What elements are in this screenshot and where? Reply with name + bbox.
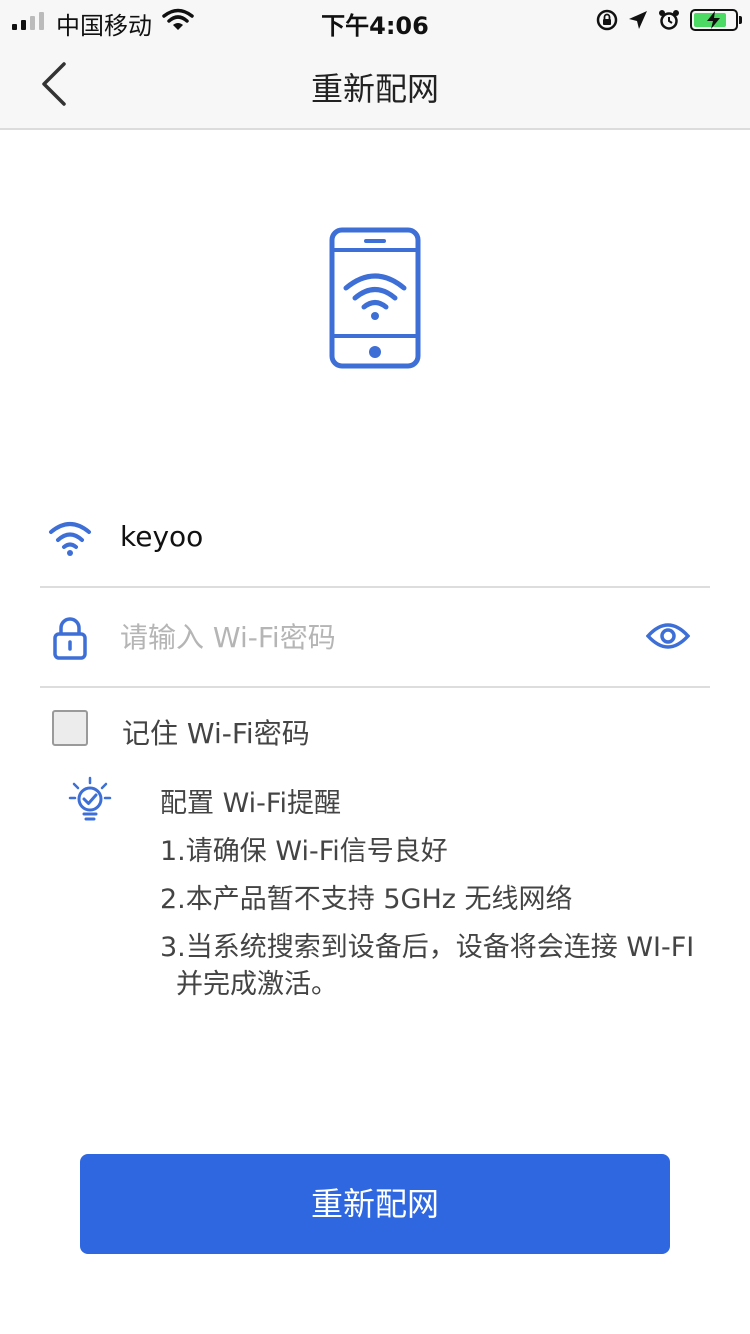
page-title: 重新配网 (310, 70, 439, 108)
alarm-clock-icon (659, 10, 679, 30)
remember-password-checkbox[interactable] (52, 710, 88, 746)
battery-icon (690, 9, 742, 31)
phone-wifi-icon (329, 227, 421, 369)
tip-item: 2.本产品暂不支持 5GHz 无线网络 (160, 884, 573, 915)
wifi-ssid: keyoo (120, 520, 204, 553)
remember-password-label: 记住 Wi-Fi密码 (122, 717, 310, 750)
wifi-password-input[interactable] (120, 616, 620, 658)
orientation-lock-icon (596, 9, 618, 31)
navigation-bar: 重新配网 (0, 40, 750, 130)
status-indicators (596, 7, 742, 33)
eye-icon[interactable] (646, 620, 690, 652)
tip-item: 1.请确保 Wi-Fi信号良好 (160, 836, 448, 867)
lightbulb-check-icon (68, 776, 112, 821)
tips-title: 配置 Wi-Fi提醒 (160, 788, 341, 819)
wifi-password-row (40, 588, 710, 688)
reconfigure-network-button[interactable]: 重新配网 (80, 1154, 670, 1254)
lock-icon (53, 617, 87, 660)
wifi-icon (49, 522, 91, 556)
tip-item: 并完成激活。 (176, 969, 338, 1000)
status-bar: 中国移动 下午4:06 (0, 0, 750, 40)
tip-item: 3.当系统搜索到设备后，设备将会连接 WI-FI (160, 932, 695, 963)
location-arrow-icon (629, 11, 647, 29)
config-tips: 配置 Wi-Fi提醒 1.请确保 Wi-Fi信号良好 2.本产品暂不支持 5GH… (160, 780, 740, 1002)
remember-password-row[interactable]: 记住 Wi-Fi密码 (50, 708, 650, 750)
wifi-ssid-row: keyoo (40, 490, 710, 588)
charging-bolt-icon (707, 11, 720, 29)
